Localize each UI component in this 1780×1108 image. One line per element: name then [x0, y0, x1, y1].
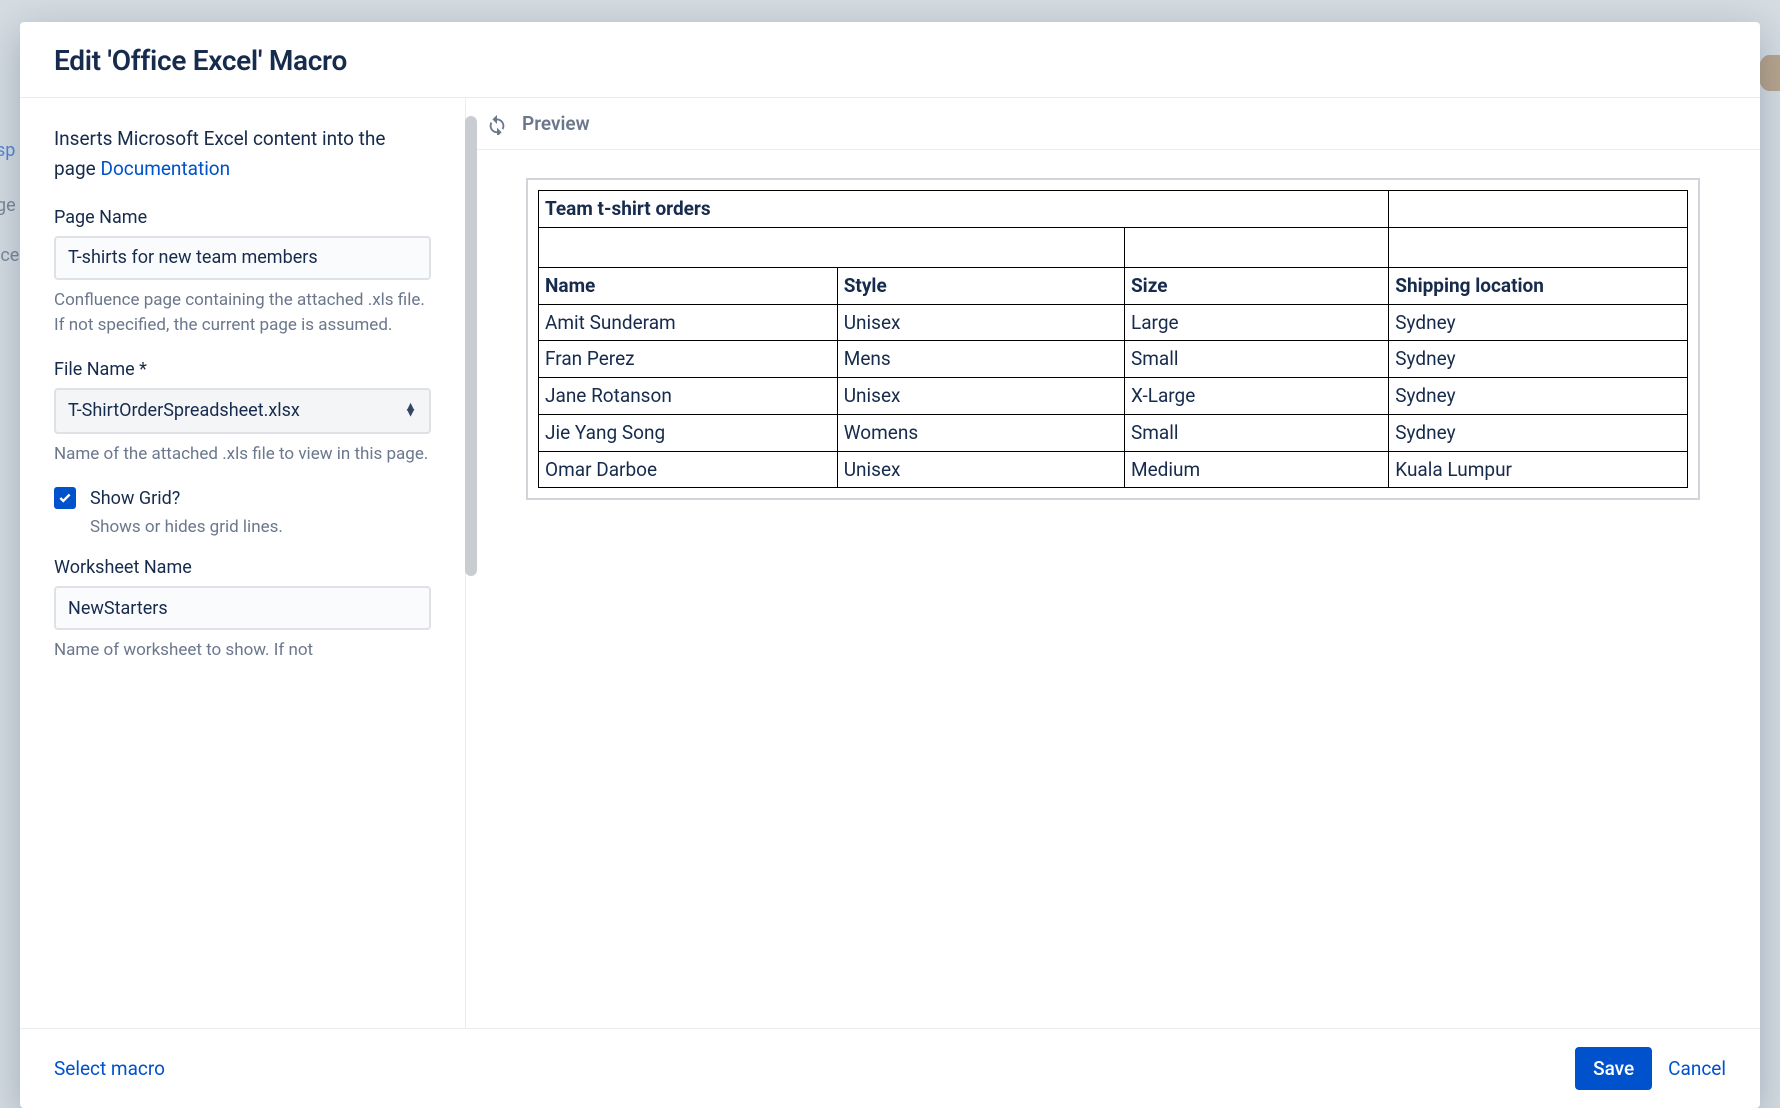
excel-cell: Unisex — [837, 451, 1124, 488]
show-grid-label: Show Grid? — [90, 488, 180, 509]
table-row: Amit SunderamUnisexLargeSydney — [539, 304, 1688, 341]
excel-cell: Small — [1124, 414, 1388, 451]
excel-header-cell: Style — [837, 267, 1124, 304]
page-name-help: Confluence page containing the attached … — [54, 288, 431, 339]
show-grid-field: Show Grid? Shows or hides grid lines. — [54, 487, 431, 537]
excel-header-cell: Size — [1124, 267, 1388, 304]
excel-blank-cell — [1389, 227, 1688, 267]
cancel-button[interactable]: Cancel — [1668, 1057, 1726, 1080]
excel-frame: Team t-shirt orders NameStyleSizeShipping… — [526, 178, 1700, 500]
preview-label: Preview — [522, 112, 590, 135]
table-row: Fran PerezMensSmallSydney — [539, 341, 1688, 378]
excel-cell: Fran Perez — [539, 341, 838, 378]
page-name-label: Page Name — [54, 207, 431, 228]
settings-pane: Inserts Microsoft Excel content into the… — [20, 98, 465, 1028]
excel-cell: Sydney — [1389, 378, 1688, 415]
file-name-field: File Name * T-ShirtOrderSpreadsheet.xlsx… — [54, 359, 431, 468]
show-grid-checkbox[interactable] — [54, 487, 76, 509]
macro-description: Inserts Microsoft Excel content into the… — [54, 124, 431, 185]
excel-cell: Jane Rotanson — [539, 378, 838, 415]
preview-pane: Preview Team t-shirt orders NameStyleSize… — [466, 98, 1760, 1028]
refresh-icon[interactable] — [486, 113, 508, 135]
table-row: Omar DarboeUnisexMediumKuala Lumpur — [539, 451, 1688, 488]
excel-cell: Sydney — [1389, 304, 1688, 341]
worksheet-label: Worksheet Name — [54, 557, 431, 578]
excel-cell: Small — [1124, 341, 1388, 378]
excel-blank-cell — [1124, 227, 1388, 267]
excel-cell: Large — [1124, 304, 1388, 341]
select-macro-link[interactable]: Select macro — [54, 1057, 165, 1080]
excel-cell: Womens — [837, 414, 1124, 451]
excel-blank-cell — [539, 227, 1125, 267]
modal-body: Inserts Microsoft Excel content into the… — [20, 98, 1760, 1028]
excel-cell: Unisex — [837, 304, 1124, 341]
excel-cell: Sydney — [1389, 414, 1688, 451]
file-name-label: File Name * — [54, 359, 431, 380]
show-grid-help: Shows or hides grid lines. — [90, 517, 431, 537]
worksheet-field: Worksheet Name Name of worksheet to show… — [54, 557, 431, 664]
modal-footer: Select macro Save Cancel — [20, 1028, 1760, 1108]
modal-header: Edit 'Office Excel' Macro — [20, 22, 1760, 98]
documentation-link[interactable]: Documentation — [100, 157, 230, 180]
macro-edit-modal: Edit 'Office Excel' Macro Inserts Micros… — [20, 22, 1760, 1108]
modal-title: Edit 'Office Excel' Macro — [54, 44, 1726, 77]
file-name-select[interactable]: T-ShirtOrderSpreadsheet.xlsx — [54, 388, 431, 434]
page-name-field: Page Name Confluence page containing the… — [54, 207, 431, 339]
excel-cell: X-Large — [1124, 378, 1388, 415]
excel-cell: Omar Darboe — [539, 451, 838, 488]
excel-cell: Sydney — [1389, 341, 1688, 378]
preview-body: Team t-shirt orders NameStyleSizeShipping… — [466, 150, 1760, 1028]
preview-header: Preview — [466, 98, 1760, 150]
bg-fragment: ge — [0, 195, 16, 216]
excel-table: Team t-shirt orders NameStyleSizeShipping… — [538, 190, 1688, 488]
excel-cell: Kuala Lumpur — [1389, 451, 1688, 488]
scrollbar-thumb[interactable] — [465, 116, 477, 576]
bg-fragment: ice — [0, 245, 19, 266]
check-icon — [58, 491, 72, 505]
excel-cell: Jie Yang Song — [539, 414, 838, 451]
excel-cell: Medium — [1124, 451, 1388, 488]
table-row: Jane RotansonUnisexX-LargeSydney — [539, 378, 1688, 415]
worksheet-help: Name of worksheet to show. If not — [54, 638, 431, 664]
page-name-input[interactable] — [54, 236, 431, 280]
excel-cell: Mens — [837, 341, 1124, 378]
table-row: Jie Yang SongWomensSmallSydney — [539, 414, 1688, 451]
worksheet-input[interactable] — [54, 586, 431, 630]
bg-fragment: sp — [0, 140, 15, 161]
excel-header-cell: Shipping location — [1389, 267, 1688, 304]
excel-blank-cell — [1389, 191, 1688, 228]
file-name-help: Name of the attached .xls file to view i… — [54, 442, 431, 468]
excel-title-cell: Team t-shirt orders — [539, 191, 1389, 228]
excel-cell: Amit Sunderam — [539, 304, 838, 341]
save-button[interactable]: Save — [1575, 1047, 1652, 1090]
avatar — [1758, 55, 1780, 91]
excel-header-cell: Name — [539, 267, 838, 304]
excel-cell: Unisex — [837, 378, 1124, 415]
